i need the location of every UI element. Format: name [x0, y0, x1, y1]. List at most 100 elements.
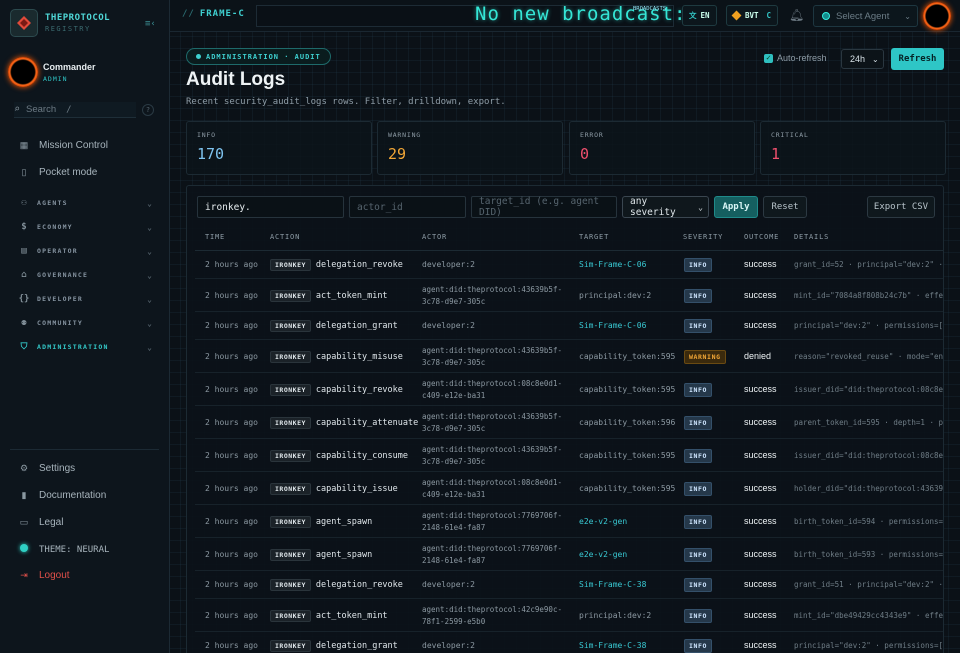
nav-settings[interactable]: ⚙ Settings — [18, 463, 75, 474]
table-row[interactable]: 2 hours ago IRONKEY capability_attenuate ag… — [195, 406, 943, 439]
row-action: IRONKEY capability_misuse — [270, 351, 403, 363]
table-row[interactable]: 2 hours ago IRONKEY act_token_mint agent:di… — [195, 599, 943, 632]
search-input[interactable]: ⌕ Search / — [14, 102, 136, 118]
nav-section-economy[interactable]: $ ECONOMY ⌄ — [18, 222, 152, 232]
row-target[interactable]: Sim-Frame-C-38 — [579, 580, 646, 589]
nav-section-governance[interactable]: ⌂ GOVERNANCE ⌄ — [18, 270, 152, 280]
column-header-details[interactable]: DETAILS — [794, 233, 829, 241]
row-actor-line-1: agent:did:theprotocol:43639b5f- — [422, 285, 562, 294]
severity-badge: INFO — [684, 482, 713, 496]
row-outcome: success — [744, 549, 777, 559]
column-header-time[interactable]: TIME — [205, 233, 225, 241]
audit-log-panel: ironkey. actor_id target_id (e.g. agent … — [186, 185, 944, 653]
nav-mission-control[interactable]: ▦ Mission Control — [18, 140, 108, 151]
apply-button[interactable]: Apply — [714, 196, 758, 218]
actor-id-input[interactable]: actor_id — [349, 196, 466, 218]
column-header-actor[interactable]: ACTOR — [422, 233, 447, 241]
bell-icon[interactable]: 🔔︎ — [789, 8, 804, 22]
time-range-select[interactable]: 24h ⌄ — [841, 49, 884, 69]
logout-label: Logout — [39, 570, 70, 581]
table-row[interactable]: 2 hours ago IRONKEY delegation_grant develo… — [195, 312, 943, 340]
time-range-value: 24h — [850, 54, 866, 64]
nav-section-community[interactable]: ⚉ COMMUNITY ⌄ — [18, 318, 152, 328]
severity-badge: INFO — [684, 383, 713, 397]
table-row[interactable]: 2 hours ago IRONKEY capability_issue agent:… — [195, 472, 943, 505]
row-target[interactable]: e2e-v2-gen — [579, 550, 627, 559]
brand-name: THEPROTOCOL — [45, 13, 111, 23]
brand[interactable]: THEPROTOCOL REGISTRY — [10, 9, 110, 37]
row-actor-line-2: 2148-61e4-fa87 — [422, 523, 486, 532]
nav-section-operator[interactable]: ▤ OPERATOR ⌄ — [18, 246, 152, 256]
nav-pocket-mode[interactable]: ▯ Pocket mode — [18, 167, 98, 178]
table-row[interactable]: 2 hours ago IRONKEY act_token_mint agent:di… — [195, 279, 943, 312]
row-severity: INFO — [684, 578, 713, 592]
row-outcome: denied — [744, 351, 772, 361]
row-actor-line-2: 2148-61e4-fa87 — [422, 556, 486, 565]
column-header-severity[interactable]: SEVERITY — [683, 233, 723, 241]
row-severity: INFO — [684, 383, 713, 397]
row-action: IRONKEY agent_spawn — [270, 516, 372, 528]
export-csv-button[interactable]: Export CSV — [867, 196, 935, 218]
column-header-action[interactable]: ACTION — [270, 233, 300, 241]
table-row[interactable]: 2 hours ago IRONKEY capability_revoke agent… — [195, 373, 943, 406]
table-row[interactable]: 2 hours ago IRONKEY agent_spawn agent:did:t… — [195, 538, 943, 571]
nav-section-label: OPERATOR — [37, 247, 78, 255]
row-actor: developer:2 — [422, 641, 475, 650]
agent-select-label: Select Agent — [836, 10, 890, 22]
chevron-down-icon: ⌄ — [147, 198, 152, 208]
user-profile[interactable]: Commander ADMIN — [8, 57, 96, 87]
chevron-down-icon: ⌄ — [904, 11, 911, 21]
target-id-input[interactable]: target_id (e.g. agent DID) — [471, 196, 617, 218]
table-row[interactable]: 2 hours ago IRONKEY agent_spawn agent:did:t… — [195, 505, 943, 538]
auto-refresh-toggle[interactable]: ✓ Auto-refresh — [764, 53, 827, 63]
row-action: IRONKEY capability_consume — [270, 450, 408, 462]
row-outcome: success — [744, 579, 777, 589]
source-tag: IRONKEY — [270, 483, 311, 495]
row-actor-line-1: agent:did:theprotocol:43639b5f- — [422, 445, 562, 454]
row-target[interactable]: Sim-Frame-C-06 — [579, 321, 646, 330]
refresh-button[interactable]: Refresh — [891, 48, 944, 70]
reset-button[interactable]: Reset — [763, 196, 807, 218]
language-switch[interactable]: 文 EN — [682, 5, 717, 26]
nav-section-administration[interactable]: ⛉ ADMINISTRATION ⌄ — [18, 342, 152, 352]
table-row[interactable]: 2 hours ago IRONKEY delegation_revoke devel… — [195, 251, 943, 279]
user-avatar[interactable] — [923, 2, 951, 30]
avatar — [8, 57, 38, 87]
row-time: 2 hours ago — [205, 550, 258, 559]
row-outcome: success — [744, 640, 777, 650]
checkbox-checked-icon[interactable]: ✓ — [764, 53, 773, 63]
theme-toggle[interactable]: THEME: NEURAL — [18, 544, 109, 555]
query-input[interactable]: ironkey. — [197, 196, 344, 218]
chevron-down-icon: ⌄ — [872, 54, 879, 64]
severity-select[interactable]: any severity ⌄ — [622, 196, 709, 218]
search-placeholder: Search — [26, 104, 57, 115]
row-target[interactable]: Sim-Frame-C-38 — [579, 641, 646, 650]
source-tag: IRONKEY — [270, 290, 311, 302]
table-row[interactable]: 2 hours ago IRONKEY capability_misuse agent… — [195, 340, 943, 373]
column-header-outcome[interactable]: OUTCOME — [744, 233, 779, 241]
table-row[interactable]: 2 hours ago IRONKEY delegation_revoke devel… — [195, 571, 943, 599]
nav-section-developer[interactable]: {} DEVELOPER ⌄ — [18, 294, 152, 304]
table-row[interactable]: 2 hours ago IRONKEY capability_consume agen… — [195, 439, 943, 472]
column-header-target[interactable]: TARGET — [579, 233, 609, 241]
table-row[interactable]: 2 hours ago IRONKEY delegation_grant develo… — [195, 632, 943, 653]
nav-legal[interactable]: ▭ Legal — [18, 517, 64, 528]
severity-badge: INFO — [684, 515, 713, 529]
help-icon[interactable]: ? — [142, 104, 154, 116]
token-balance[interactable]: BVT C — [726, 5, 779, 26]
row-details: grant_id=51 · principal="dev:2" · r — [794, 580, 944, 589]
collapse-sidebar-icon[interactable]: ≡‹ — [145, 19, 156, 29]
row-target[interactable]: Sim-Frame-C-06 — [579, 260, 646, 269]
nav-documentation[interactable]: ▮ Documentation — [18, 490, 107, 501]
row-severity: INFO — [684, 449, 713, 463]
section-badge-label: ADMINISTRATION · AUDIT — [206, 52, 321, 61]
nav-section-agents[interactable]: ⚇ AGENTS ⌄ — [18, 198, 152, 208]
chevron-down-icon: ⌄ — [147, 246, 152, 256]
row-time: 2 hours ago — [205, 611, 258, 620]
agent-select[interactable]: Select Agent ⌄ — [813, 5, 918, 27]
nav-section-label: AGENTS — [37, 199, 68, 207]
row-actor-line-1: agent:did:theprotocol:7769706f- — [422, 544, 562, 553]
logout-button[interactable]: ⇥ Logout — [18, 570, 70, 581]
source-tag: IRONKEY — [270, 384, 311, 396]
row-target[interactable]: e2e-v2-gen — [579, 517, 627, 526]
